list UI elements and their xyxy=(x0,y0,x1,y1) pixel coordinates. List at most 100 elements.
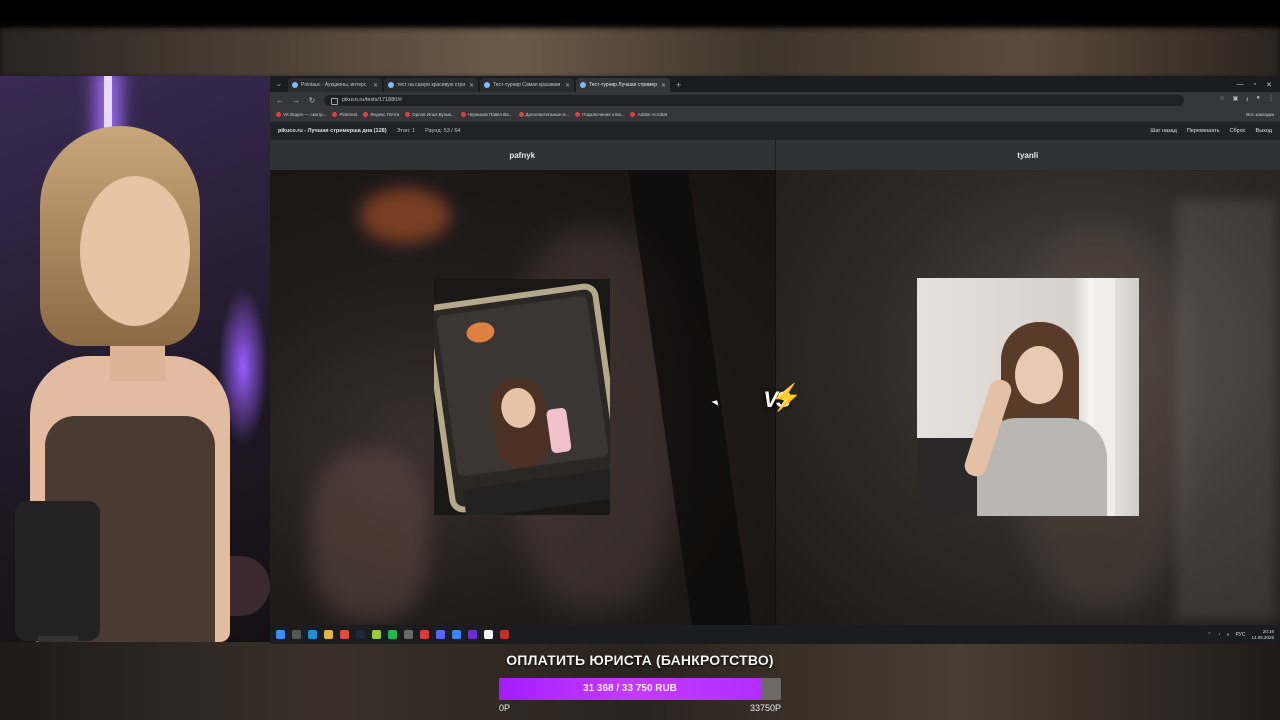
minimize-icon[interactable]: — xyxy=(1237,81,1244,89)
toolbar-icons: ☆ ▣ ⭳ ● ⋮ xyxy=(1219,95,1274,105)
microphone xyxy=(15,501,100,641)
microphone-stand xyxy=(38,636,78,642)
webcam-feed xyxy=(0,76,270,642)
app-icon[interactable] xyxy=(500,630,509,639)
streamer-face xyxy=(80,176,190,326)
browser-tab[interactable]: Тест-турнир Самая красивая ✕ xyxy=(480,78,574,92)
telegram-icon[interactable] xyxy=(452,630,461,639)
background-blur xyxy=(360,188,450,243)
sofa xyxy=(917,438,977,516)
spotify-icon[interactable] xyxy=(388,630,397,639)
close-tab-icon[interactable]: ✕ xyxy=(373,82,378,89)
discord-icon[interactable] xyxy=(436,630,445,639)
task-view-icon[interactable] xyxy=(292,630,301,639)
reset-button[interactable]: Сброс xyxy=(1230,128,1246,134)
bookmark-icon xyxy=(276,112,281,117)
system-tray: ⌃ ◔ ◖ РУС 20:16 14.05.2026 xyxy=(1207,629,1274,641)
matchup-arena: ⚡ VS xyxy=(270,170,1280,625)
chevron-up-icon[interactable]: ⌃ xyxy=(1207,632,1211,638)
bookmark[interactable]: Pinterest xyxy=(332,112,357,117)
clock-date: 14.05.2026 xyxy=(1251,634,1274,640)
app-icon[interactable] xyxy=(404,630,413,639)
yandex-icon[interactable] xyxy=(484,630,493,639)
edge-icon[interactable] xyxy=(308,630,317,639)
language-indicator[interactable]: РУС xyxy=(1235,632,1245,638)
donation-max-label: 33750Р xyxy=(749,703,781,713)
network-icon[interactable]: ◔ xyxy=(1217,632,1220,638)
bookmark[interactable]: VK Видео — смотр... xyxy=(276,112,326,117)
bookmark-icon xyxy=(630,112,636,117)
right-contestant-name: tyanli xyxy=(774,140,1280,170)
extensions-icon[interactable]: ▣ xyxy=(1233,95,1239,105)
exit-button[interactable]: Выход xyxy=(1256,128,1272,134)
background-blur-top xyxy=(0,28,1280,78)
tablet-screen xyxy=(435,295,609,477)
bookmark-icon xyxy=(363,112,369,117)
reload-icon[interactable]: ↻ xyxy=(308,96,316,105)
bookmark[interactable]: Орлов Илья Бузык... xyxy=(405,112,455,117)
url-field[interactable]: pikuco.ru/tests/171880/# xyxy=(324,94,1184,106)
twitch-icon[interactable] xyxy=(468,630,477,639)
site-header: pikuco.ru - Лучшая стримерша дна (128) Э… xyxy=(270,122,1280,140)
bookmark-icon xyxy=(460,112,466,117)
contestant-face xyxy=(1015,346,1063,404)
start-icon[interactable] xyxy=(276,630,285,639)
left-contestant-photo[interactable] xyxy=(434,279,610,515)
bookmark-icon xyxy=(332,112,338,117)
donation-title: ОПЛАТИТЬ ЮРИСТА (БАНКРОТСТВО) xyxy=(506,652,774,668)
chrome-icon[interactable] xyxy=(340,630,349,639)
steam-icon[interactable] xyxy=(356,630,365,639)
lamp-shape xyxy=(465,320,496,345)
star-icon[interactable]: ☆ xyxy=(1219,95,1224,105)
all-bookmarks[interactable]: Все закладки xyxy=(1246,112,1274,117)
forward-icon[interactable]: → xyxy=(292,96,300,105)
right-choice[interactable] xyxy=(775,170,1280,625)
tab-bar: ⌄ Pointauc - Аукционы, интерс ✕ тест на с… xyxy=(270,76,1280,92)
browser-tab-active[interactable]: Тест-турнир Лучшая стример ✕ xyxy=(576,78,670,92)
favicon-icon xyxy=(484,82,490,88)
new-tab-button[interactable]: + xyxy=(676,80,681,90)
browser-tab[interactable]: тест на самую красивую стри ✕ xyxy=(384,78,478,92)
shuffle-button[interactable]: Перемешать xyxy=(1187,128,1220,134)
donation-amount: 31 368 / 33 750 RUB xyxy=(583,683,677,694)
explorer-icon[interactable] xyxy=(324,630,333,639)
donation-goal: ОПЛАТИТЬ ЮРИСТА (БАНКРОТСТВО) 31 368 / 3… xyxy=(496,652,784,718)
favicon-icon xyxy=(388,82,394,88)
windows-taskbar: ⌃ ◔ ◖ РУС 20:16 14.05.2026 xyxy=(270,625,1280,644)
volume-icon[interactable]: ◖ xyxy=(1226,632,1229,638)
maximize-icon[interactable]: ▫ xyxy=(1254,81,1256,89)
close-tab-icon[interactable]: ✕ xyxy=(661,82,666,89)
bookmarks-bar: VK Видео — смотр... Pinterest Яндекс Поч… xyxy=(270,108,1280,122)
left-choice[interactable] xyxy=(270,170,775,625)
menu-icon[interactable]: ⋮ xyxy=(1268,95,1274,105)
bookmark-icon xyxy=(518,112,524,117)
right-contestant-photo[interactable] xyxy=(917,278,1139,516)
app-icon[interactable] xyxy=(420,630,429,639)
close-tab-icon[interactable]: ✕ xyxy=(565,82,570,89)
donation-min-label: 0Р xyxy=(499,703,511,713)
bookmark-icon xyxy=(405,112,411,117)
back-icon[interactable]: ← xyxy=(276,96,284,105)
favicon-icon xyxy=(580,82,586,88)
step-back-button[interactable]: Шаг назад xyxy=(1150,128,1176,134)
background-blur xyxy=(310,450,430,620)
site-actions: Шаг назад Перемешать Сброс Выход xyxy=(1150,128,1272,134)
bookmark[interactable]: Яндекс Почта xyxy=(363,112,399,117)
bookmark[interactable]: Дополнительные м... xyxy=(518,112,569,117)
letterbox xyxy=(0,0,1280,28)
download-icon[interactable]: ⭳ xyxy=(1246,95,1248,105)
bookmark[interactable]: Подключение к Ба... xyxy=(575,112,624,117)
app-icon[interactable] xyxy=(372,630,381,639)
clock[interactable]: 20:16 14.05.2026 xyxy=(1251,629,1274,641)
address-bar: ← → ↻ pikuco.ru/tests/171880/# ☆ ▣ ⭳ ● ⋮ xyxy=(270,92,1280,108)
bookmark[interactable]: Adobe Acrobat xyxy=(630,112,667,117)
profile-icon[interactable]: ● xyxy=(1256,95,1260,105)
tab-search-icon[interactable]: ⌄ xyxy=(272,78,286,90)
lightning-icon: ⚡ xyxy=(770,382,803,412)
close-window-icon[interactable]: ✕ xyxy=(1266,81,1272,89)
close-tab-icon[interactable]: ✕ xyxy=(469,82,474,89)
site-title[interactable]: pikuco.ru - Лучшая стримерша дна (128) xyxy=(278,128,387,134)
bookmark[interactable]: Черников Павел Ва... xyxy=(460,112,513,117)
browser-tab[interactable]: Pointauc - Аукционы, интерс ✕ xyxy=(288,78,382,92)
favicon-icon xyxy=(292,82,298,88)
